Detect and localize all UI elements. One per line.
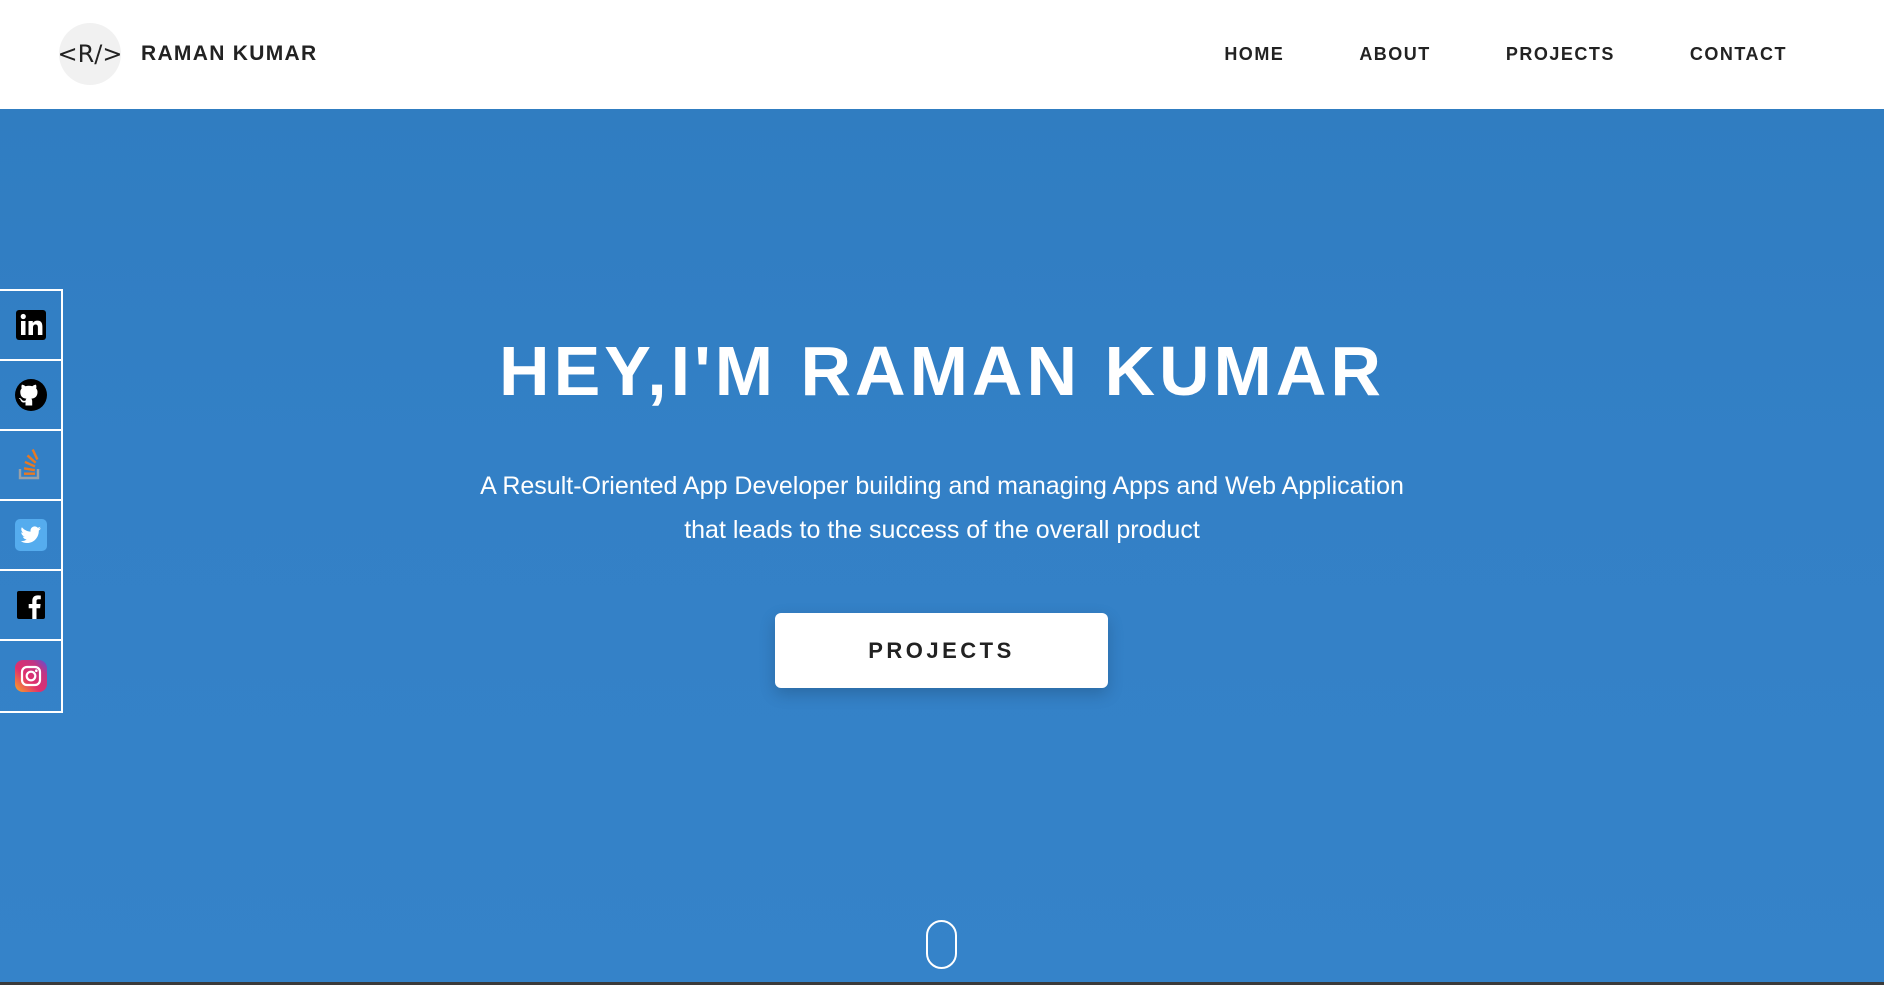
scroll-down-indicator[interactable] <box>926 920 957 969</box>
instagram-icon <box>14 660 47 692</box>
hero-title: HEY,I'M RAMAN KUMAR <box>499 332 1385 410</box>
social-github[interactable] <box>0 361 61 431</box>
logo[interactable]: <R/> <box>58 23 123 85</box>
projects-button[interactable]: PROJECTS <box>775 613 1108 688</box>
hero-subtitle-line-1: A Result-Oriented App Developer building… <box>480 472 1404 500</box>
social-instagram[interactable] <box>0 641 61 711</box>
social-stackoverflow[interactable] <box>0 431 61 501</box>
brand-name[interactable]: RAMAN KUMAR <box>141 42 317 66</box>
twitter-icon <box>14 519 47 551</box>
nav-contact[interactable]: CONTACT <box>1690 44 1787 65</box>
social-linkedin[interactable] <box>0 291 61 361</box>
site-header: <R/> RAMAN KUMAR HOME ABOUT PROJECTS CON… <box>0 0 1884 109</box>
hero-subtitle-line-2: that leads to the success of the overall… <box>684 516 1200 544</box>
hero-subtitle: A Result-Oriented App Developer building… <box>0 464 1884 552</box>
nav-projects[interactable]: PROJECTS <box>1506 44 1615 65</box>
facebook-icon <box>16 591 45 619</box>
social-twitter[interactable] <box>0 501 61 571</box>
nav-about[interactable]: ABOUT <box>1359 44 1431 65</box>
brand[interactable]: <R/> RAMAN KUMAR <box>58 23 317 85</box>
stackoverflow-icon <box>18 449 39 480</box>
social-sidebar <box>0 289 63 713</box>
nav-home[interactable]: HOME <box>1224 44 1284 65</box>
github-icon <box>14 379 47 411</box>
main-nav: HOME ABOUT PROJECTS CONTACT <box>1149 0 1787 109</box>
linkedin-icon <box>15 310 46 340</box>
social-facebook[interactable] <box>0 571 61 641</box>
